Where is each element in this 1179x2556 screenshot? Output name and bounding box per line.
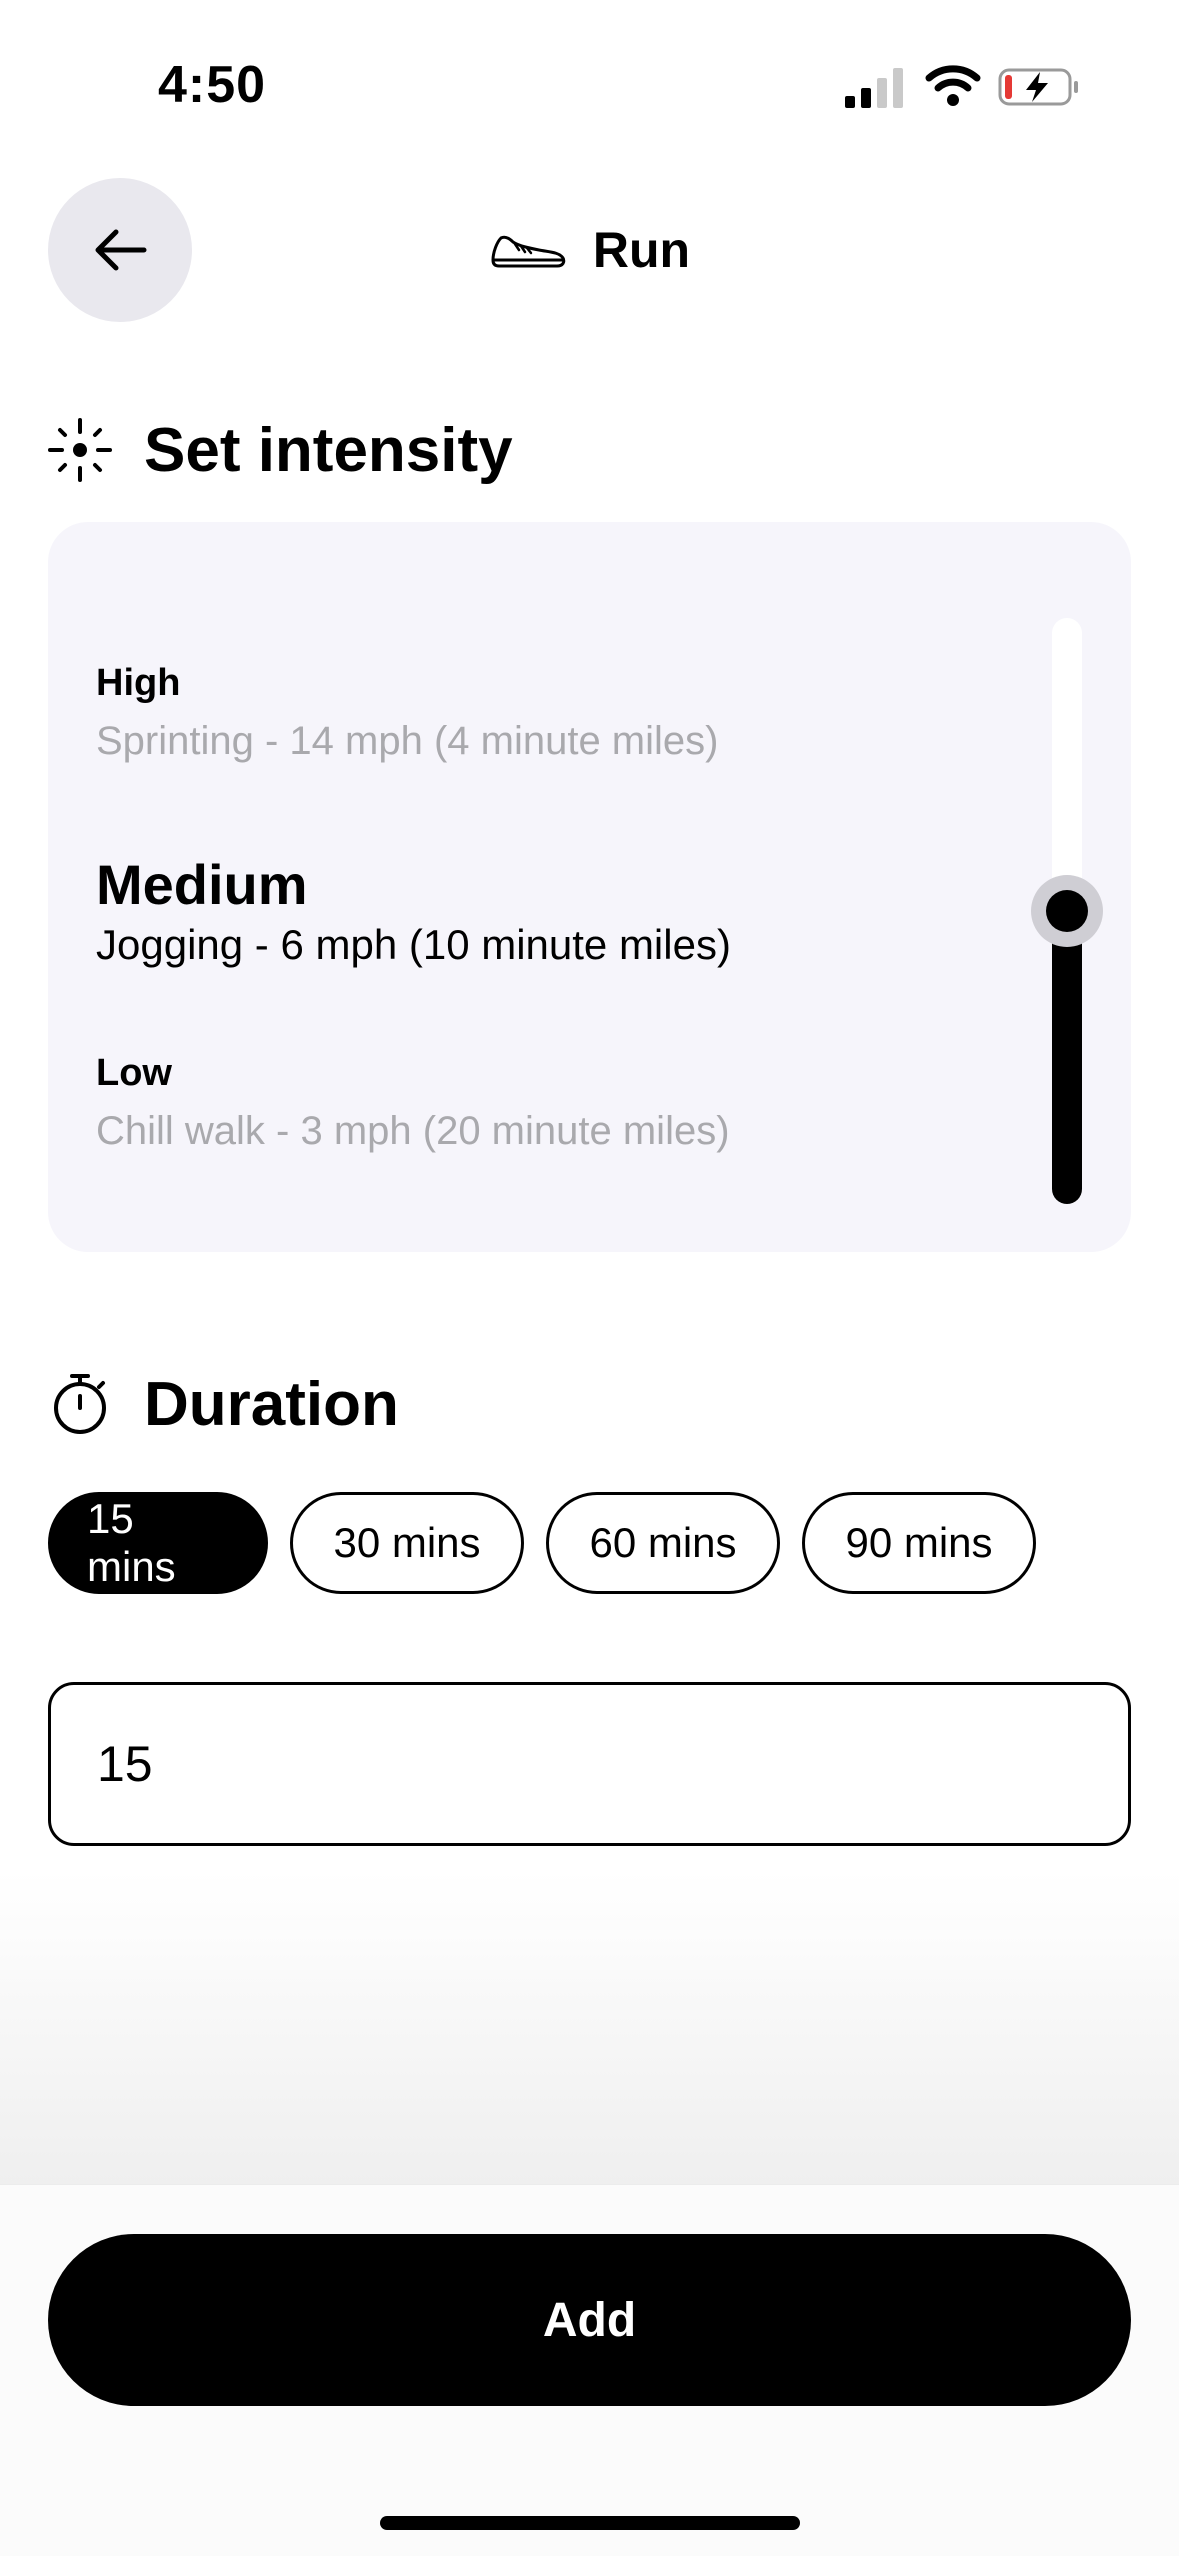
duration-heading-text: Duration	[144, 1369, 399, 1439]
intensity-option-low[interactable]: Low Chill walk - 3 mph (20 minute miles)	[96, 1052, 730, 1154]
duration-chip-15[interactable]: 15 mins	[48, 1492, 268, 1594]
duration-chip-30[interactable]: 30 mins	[290, 1492, 524, 1594]
intensity-slider-fill	[1052, 911, 1082, 1204]
add-button[interactable]: Add	[48, 2234, 1131, 2406]
home-indicator	[380, 2516, 800, 2530]
duration-heading: Duration	[48, 1362, 399, 1446]
duration-chip-60[interactable]: 60 mins	[546, 1492, 780, 1594]
bottom-fade	[0, 1870, 1179, 2185]
intensity-level-description: Jogging - 6 mph (10 minute miles)	[96, 921, 731, 968]
intensity-level-name: High	[96, 662, 181, 704]
intensity-option-high[interactable]: High Sprinting - 14 mph (4 minute miles)	[96, 662, 718, 764]
intensity-level-name: Low	[96, 1052, 172, 1094]
status-time: 4:50	[158, 56, 267, 114]
header: Run	[0, 210, 1179, 290]
intensity-card: High Sprinting - 14 mph (4 minute miles)…	[48, 522, 1131, 1252]
duration-chip-90[interactable]: 90 mins	[802, 1492, 1036, 1594]
intensity-heading: Set intensity	[48, 408, 513, 492]
duration-options: 15 mins 30 mins 60 mins 90 mins	[48, 1492, 1036, 1594]
cellular-signal-icon	[845, 68, 903, 108]
intensity-level-name: Medium	[96, 853, 308, 916]
intensity-slider[interactable]	[1031, 618, 1103, 1204]
sun-icon	[48, 418, 112, 482]
intensity-slider-thumb[interactable]	[1031, 875, 1103, 947]
intensity-slider-thumb-center	[1046, 890, 1088, 932]
intensity-level-description: Sprinting - 14 mph (4 minute miles)	[96, 719, 719, 763]
status-bar: 4:50	[0, 0, 1179, 170]
running-shoe-icon	[491, 235, 566, 268]
stopwatch-icon	[54, 1374, 106, 1434]
intensity-level-description: Chill walk - 3 mph (20 minute miles)	[96, 1109, 730, 1153]
intensity-heading-text: Set intensity	[144, 415, 513, 485]
battery-charging-icon	[998, 68, 1078, 106]
duration-input[interactable]	[48, 1682, 1131, 1846]
page-title: Run	[592, 222, 691, 278]
wifi-icon	[925, 65, 981, 106]
intensity-option-medium[interactable]: Medium Jogging - 6 mph (10 minute miles)	[96, 852, 731, 969]
